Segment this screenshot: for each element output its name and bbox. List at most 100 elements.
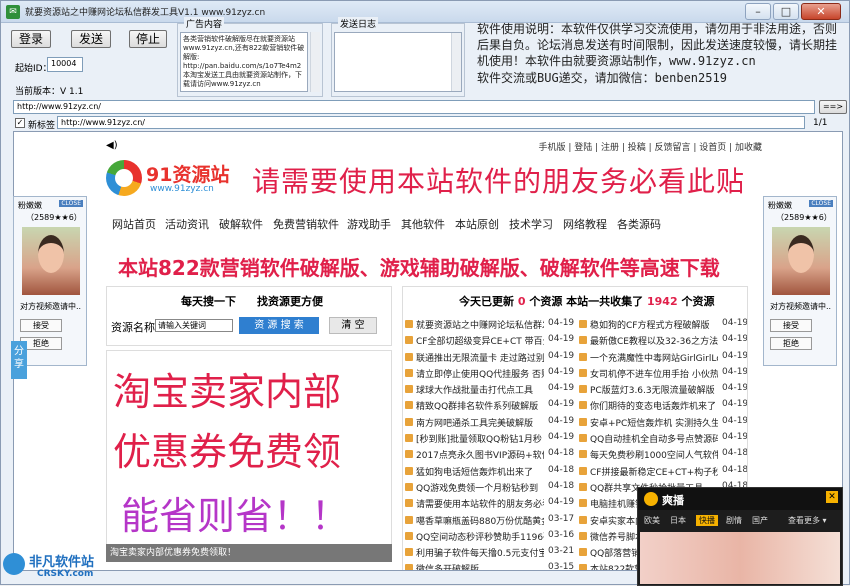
list-item[interactable]: 你们期待的变态电话轰炸机来了 04-19: [579, 398, 747, 414]
video-tab[interactable]: 日本: [670, 515, 686, 526]
list-item-title[interactable]: QQ空间动态秒评秒赞助手1196破: [416, 530, 544, 543]
list-item-title[interactable]: 女司机停不进车位用手抬 小伙热: [590, 367, 718, 380]
url-input[interactable]: http://www.91zyz.cn/: [13, 100, 815, 114]
list-item[interactable]: 联通推出无限流量卡 走过路过别 04-19: [405, 350, 575, 366]
list-item[interactable]: 请需要使用本站软件的朋友务必看 04-19: [405, 496, 575, 512]
list-item[interactable]: 利用骗子软件每天撸0.5元支付宝 03-21: [405, 545, 575, 561]
list-item[interactable]: 精致QQ群排名软件系列破解版 04-19: [405, 398, 575, 414]
list-item[interactable]: 请立即停止使用QQ代挂服务 否则 04-19: [405, 366, 575, 382]
list-item[interactable]: 最新傲CE教程以及32-36之方法 04-19: [579, 333, 747, 349]
tab-url-input[interactable]: http://www.91zyz.cn/: [57, 116, 805, 129]
video-tab[interactable]: 剧情: [726, 515, 742, 526]
list-item[interactable]: 每天免费秒刷1000空间人气软件 04-18: [579, 447, 747, 463]
list-item[interactable]: 安卓+PC短信轰炸机 实测持久生 04-19: [579, 415, 747, 431]
list-item-title[interactable]: QQ自动挂机全自动多号点赞源码+成: [590, 432, 718, 445]
list-item-title[interactable]: 联通推出无限流量卡 走过路过别: [416, 351, 544, 364]
menu-item[interactable]: 活动资讯: [165, 216, 209, 232]
list-item-title[interactable]: 一个充满魔性中毒网站GirlGirlLov: [590, 351, 718, 364]
list-item[interactable]: QQ游戏免费领一个月粉钻秒到 04-18: [405, 480, 575, 496]
video-tab[interactable]: 国产: [752, 515, 768, 526]
list-item-title[interactable]: 安卓+PC短信轰炸机 实测持久生: [590, 416, 718, 429]
list-item-title[interactable]: 就要资源站之中赚网论坛私信群发: [416, 318, 544, 331]
list-item[interactable]: 稳如狗的CF方程式方程破解版 04-19: [579, 317, 747, 333]
site-banner[interactable]: 本站822款营销软件破解版、游戏辅助破解版、破解软件等高速下载: [118, 252, 720, 281]
clear-button[interactable]: 清 空: [329, 317, 377, 334]
video-tab[interactable]: 欧美: [644, 515, 660, 526]
search-input[interactable]: 请输入关键词: [155, 319, 233, 332]
menu-item[interactable]: 网站首页: [112, 216, 156, 232]
ad-textarea[interactable]: 各类营销软件破解版尽在就要资源站 www.91zyz.cn,还有822款营销软件…: [180, 32, 308, 92]
list-item-title[interactable]: 请需要使用本站软件的朋友务必看: [416, 497, 544, 510]
list-item[interactable]: 南方网吧通杀工具完美破解版 04-19: [405, 415, 575, 431]
list-item[interactable]: 球球大作战批量击打代点工具 04-19: [405, 382, 575, 398]
list-item-title[interactable]: 利用骗子软件每天撸0.5元支付宝: [416, 546, 544, 559]
coupon-ad-caption[interactable]: 淘宝卖家内部优惠券免费领取！: [106, 544, 392, 562]
stop-button[interactable]: 停止: [129, 30, 167, 48]
list-item-title[interactable]: 最新傲CE教程以及32-36之方法: [590, 334, 718, 347]
list-item-title[interactable]: 稳如狗的CF方程式方程破解版: [590, 318, 718, 331]
list-item-title[interactable]: 猛如狗电话短信轰炸机出来了: [416, 465, 544, 478]
list-item[interactable]: 就要资源站之中赚网论坛私信群发 04-19: [405, 317, 575, 333]
minimize-button[interactable]: –: [745, 3, 771, 20]
list-item-title[interactable]: 精致QQ群排名软件系列破解版: [416, 399, 544, 412]
menu-item[interactable]: 游戏助手: [347, 216, 391, 232]
list-item[interactable]: 微信多开破解版 03-15: [405, 561, 575, 570]
list-item-title[interactable]: CF拼接最新稳定CE+CT+构子秒: [590, 465, 718, 478]
list-item-title[interactable]: [秒到账]批量领取QQ粉钻1月秒: [416, 432, 544, 445]
ad-scrollbar[interactable]: [310, 32, 320, 92]
accept-button[interactable]: 接受: [770, 319, 812, 332]
menu-item[interactable]: 本站原创: [455, 216, 499, 232]
list-item-title[interactable]: 每天免费秒刷1000空间人气软件: [590, 448, 718, 461]
list-item-title[interactable]: 南方网吧通杀工具完美破解版: [416, 416, 544, 429]
list-item[interactable]: QQ空间动态秒评秒赞助手1196破 03-16: [405, 529, 575, 545]
video-thumbnail[interactable]: [640, 532, 840, 584]
list-item[interactable]: 一个充满魔性中毒网站GirlGirlLov 04-19: [579, 350, 747, 366]
log-textarea[interactable]: [334, 32, 462, 92]
send-button[interactable]: 发送: [71, 30, 111, 48]
go-button[interactable]: ==>: [819, 100, 847, 114]
maximize-button[interactable]: □: [773, 3, 799, 20]
menu-item[interactable]: 各类源码: [617, 216, 661, 232]
list-item-title[interactable]: CF全部切超级变异CE+CT 带百分: [416, 334, 544, 347]
chat-close-badge[interactable]: CLOSE: [59, 200, 83, 207]
list-item[interactable]: 猛如狗电话短信轰炸机出来了 04-18: [405, 464, 575, 480]
search-button[interactable]: 资 源 搜 索: [239, 317, 319, 334]
accept-button[interactable]: 接受: [20, 319, 62, 332]
video-tab[interactable]: 快播: [696, 515, 718, 526]
menu-item[interactable]: 技术学习: [509, 216, 553, 232]
list-item[interactable]: PC版蓝灯3.6.3无限流量破解版 04-19: [579, 382, 747, 398]
list-item-title[interactable]: 球球大作战批量击打代点工具: [416, 383, 544, 396]
share-button[interactable]: 分享: [11, 341, 27, 379]
menu-item[interactable]: 破解软件: [219, 216, 263, 232]
list-item-title[interactable]: 2017点亮永久图书VIP源码+软件: [416, 448, 544, 461]
list-item[interactable]: [秒到账]批量领取QQ粉钻1月秒 04-19: [405, 431, 575, 447]
list-item-title[interactable]: 噶香草嘛瓶盖码880万份优酷黄金: [416, 514, 544, 527]
video-tab[interactable]: 查看更多 ▾: [788, 515, 827, 526]
close-button[interactable]: ✕: [801, 3, 841, 20]
reject-button[interactable]: 拒绝: [770, 337, 812, 350]
coupon-ad[interactable]: 淘宝卖家内部 优惠券免费领 能省则省！！: [106, 350, 392, 550]
list-item[interactable]: CF全部切超级变异CE+CT 带百分 04-19: [405, 333, 575, 349]
list-item-title[interactable]: PC版蓝灯3.6.3无限流量破解版: [590, 383, 718, 396]
menu-item[interactable]: 免费营销软件: [273, 216, 339, 232]
start-id-input[interactable]: 10004: [47, 57, 83, 72]
site-topnav[interactable]: 手机版 | 登陆 | 注册 | 投稿 | 反馈留言 | 设首页 | 加收藏: [538, 140, 762, 153]
list-item-title[interactable]: 微信多开破解版: [416, 562, 544, 570]
list-item[interactable]: QQ自动挂机全自动多号点赞源码+成 04-19: [579, 431, 747, 447]
list-item[interactable]: CF拼接最新稳定CE+CT+构子秒 04-18: [579, 464, 747, 480]
list-item[interactable]: 女司机停不进车位用手抬 小伙热 04-19: [579, 366, 747, 382]
newtab-checkbox[interactable]: ✓: [15, 118, 25, 128]
log-scrollbar[interactable]: [451, 33, 461, 91]
menu-item[interactable]: 其他软件: [401, 216, 445, 232]
list-item-title[interactable]: 你们期待的变态电话轰炸机来了: [590, 399, 718, 412]
video-close-button[interactable]: ✕: [826, 491, 838, 503]
menu-item[interactable]: 网络教程: [563, 216, 607, 232]
list-item[interactable]: 噶香草嘛瓶盖码880万份优酷黄金 03-17: [405, 513, 575, 529]
chat-close-badge[interactable]: CLOSE: [809, 200, 833, 207]
site-headline[interactable]: 请需要使用本站软件的朋友务必看此贴: [252, 160, 745, 200]
list-item[interactable]: 2017点亮永久图书VIP源码+软件 04-18: [405, 447, 575, 463]
list-item-title[interactable]: QQ游戏免费领一个月粉钻秒到: [416, 481, 544, 494]
site-logo[interactable]: 91资源站 www.91zyz.cn: [106, 158, 240, 198]
list-item-title[interactable]: 请立即停止使用QQ代挂服务 否则: [416, 367, 544, 380]
login-button[interactable]: 登录: [11, 30, 51, 48]
